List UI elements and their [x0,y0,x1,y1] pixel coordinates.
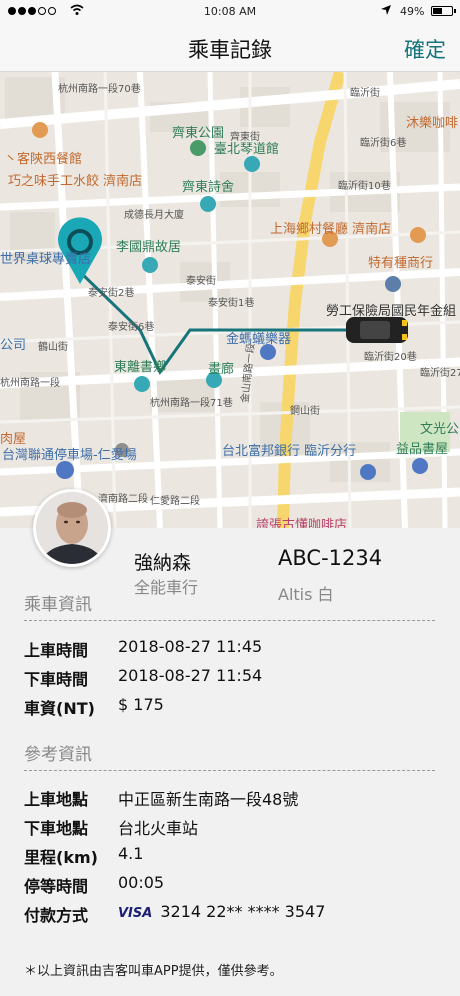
divider [24,770,435,771]
map-label: 臨沂街27巷 [420,368,460,379]
payment-method-value: VISA 3214 22** **** 3547 [118,902,325,921]
map-label: 鋼山街 [290,406,320,417]
map-label: 勞工保險局國民年金組 [326,304,457,319]
route-map[interactable]: 杭州南路一段70巷 齊東公園 臺北琴道館 齊東詩舍 成德長月大廈 丶客陝西餐館 … [0,72,460,528]
map-label: 臨沂街6巷 [360,138,407,149]
fare-value: $ 175 [118,695,164,714]
map-label: 東離書鄉 [114,360,167,375]
map-label: 沐樂咖啡 [406,116,459,131]
license-plate: ABC-1234 [278,546,383,570]
dropoff-time-value: 2018-08-27 11:54 [118,666,263,685]
map-label: 杭州南路一段 [0,378,60,389]
map-label: 巧之味手工水餃 濟南店 [8,174,143,189]
distance-value: 4.1 [118,844,144,863]
map-label: 濟南路二段 [98,494,148,505]
distance-label: 里程(km) [24,848,98,867]
dropoff-time-label: 下車時間 [24,670,89,689]
map-label: 李國鼎故居 [116,240,182,255]
map-label: 誇張古懂咖啡店 [256,518,348,528]
location-arrow-icon [381,5,391,15]
map-label: 齊東詩舍 [182,180,235,195]
pickup-time-value: 2018-08-27 11:45 [118,637,263,656]
map-label: 臨沂街 [350,88,380,99]
map-label: 杭州南路一段70巷 [58,84,141,95]
reference-info-heading: 參考資訊 [24,745,92,765]
confirm-button[interactable]: 確定 [404,34,446,64]
map-label: 台北富邦銀行 臨沂分行 [222,444,357,459]
map-label: 泰安街1巷 [208,298,255,309]
taxi-car-icon [346,317,408,343]
disclaimer-note: ＊以上資訊由吉客叫車APP提供，僅供參考。 [24,964,283,979]
map-label: 鶴山街 [38,342,68,353]
map-label: 益品書屋 [396,442,449,457]
dropoff-location-value: 台北火車站 [118,819,199,838]
map-label: 金螞蟻樂器 [226,332,292,347]
fare-label: 車資(NT) [24,699,95,718]
map-label: 世界桌球專賣店 [0,252,92,267]
navigation-bar: 乘車記錄 確定 [0,24,460,72]
divider [24,620,435,621]
map-label: 齊東街 [230,132,260,143]
map-label: 泰安街6巷 [108,322,155,333]
map-label: 肉屋 [0,432,27,447]
map-label: 仁愛路二段 [150,496,200,507]
battery-percent: 49% [400,5,425,18]
map-label: 臨沂街20巷 [364,352,417,363]
status-bar: 10:08 AM 49% [0,0,460,24]
map-label: 公司 [0,338,27,353]
map-label: 特有種商行 [368,256,434,271]
page-title: 乘車記錄 [188,38,272,62]
pickup-location-label: 上車地點 [24,790,89,809]
battery-fill [433,8,442,14]
map-label: 杭州南路一段71巷 [150,398,233,409]
map-label: 泰安街 [186,276,216,287]
driver-company: 全能車行 [134,578,199,597]
map-label: 臨沂街10巷 [338,181,391,192]
dropoff-location-label: 下車地點 [24,819,89,838]
battery-tip [454,9,456,13]
map-label: 上海鄉村餐廳 濟南店 [270,222,392,237]
map-label: 畫廊 [208,362,235,377]
waiting-time-label: 停等時間 [24,877,89,896]
ride-info-heading: 乘車資訊 [24,595,92,615]
driver-portrait [36,492,108,564]
visa-logo-icon: VISA [118,906,153,921]
driver-name: 強納森 [134,552,192,574]
driver-avatar [33,489,111,567]
car-model: Altis 白 [278,585,334,604]
waiting-time-value: 00:05 [118,873,165,892]
pickup-location-value: 中正區新生南路一段48號 [118,790,299,809]
map-label: 文光公園 [420,422,460,437]
payment-method-label: 付款方式 [24,906,89,925]
pickup-time-label: 上車時間 [24,641,89,660]
map-label: 丶客陝西餐館 [4,152,83,167]
battery-icon [431,6,453,16]
map-label: 泰安街2巷 [88,288,135,299]
map-label: 成德長月大廈 [124,210,184,221]
card-number: 3214 22** **** 3547 [160,902,326,921]
